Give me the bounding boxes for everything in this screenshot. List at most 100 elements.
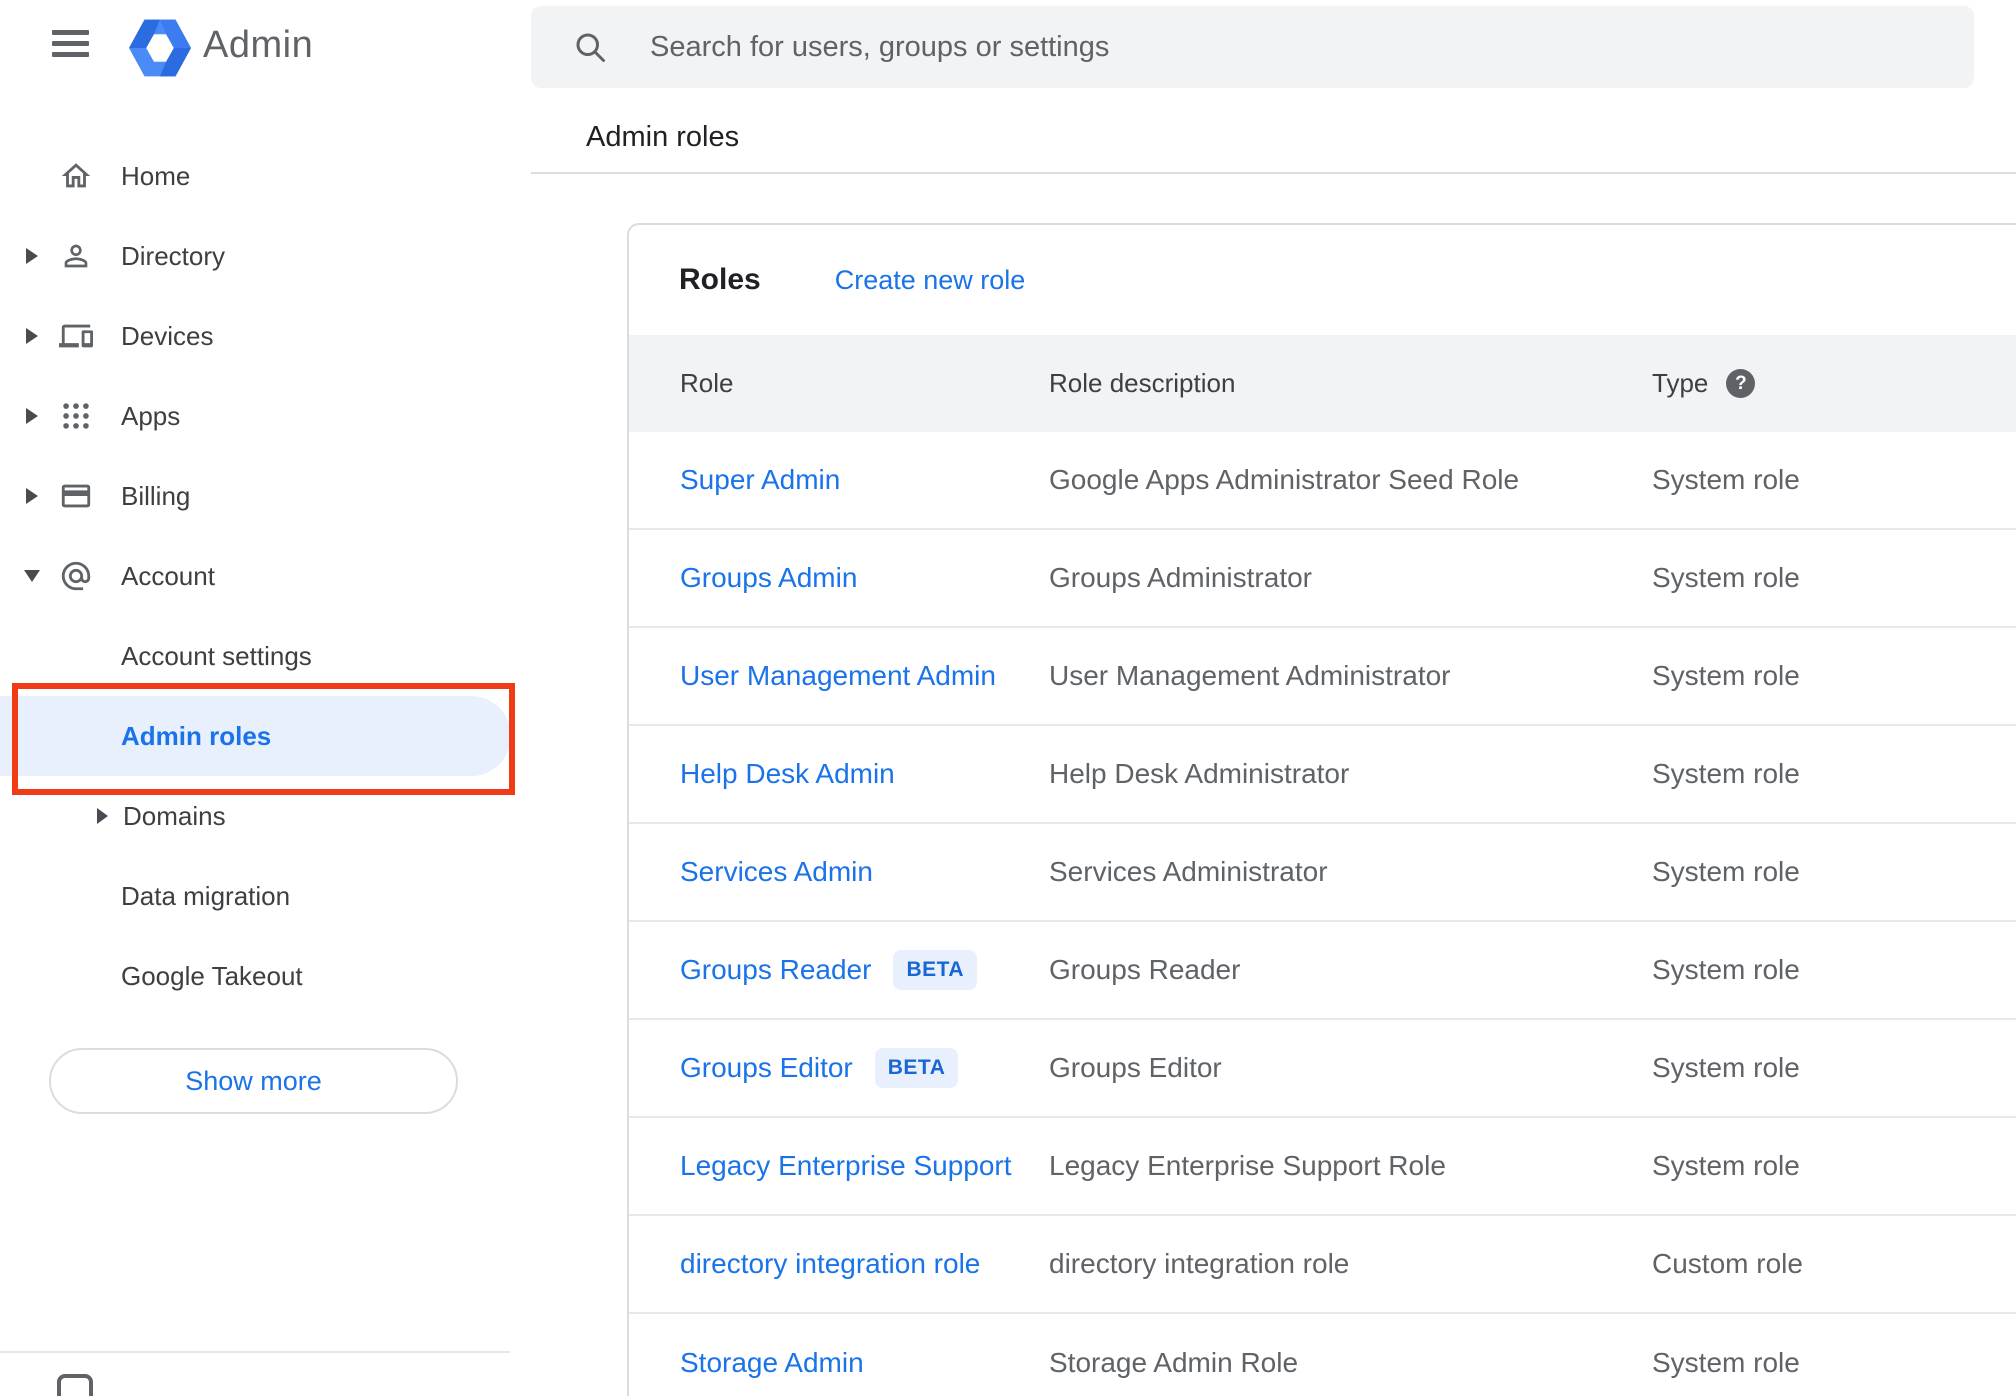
role-link[interactable]: Groups Admin bbox=[680, 562, 857, 594]
column-header-type: Type ? bbox=[1652, 368, 2016, 399]
breadcrumb: Admin roles bbox=[586, 121, 740, 153]
cutoff-icon bbox=[57, 1374, 93, 1396]
apps-grid-icon bbox=[63, 403, 89, 429]
table-row: Super Admin Google Apps Administrator Se… bbox=[629, 432, 2016, 530]
role-link[interactable]: Groups Editor bbox=[680, 1052, 853, 1084]
roles-card-header: Roles Create new role bbox=[629, 225, 2016, 335]
role-description: Legacy Enterprise Support Role bbox=[1049, 1150, 1446, 1181]
role-link[interactable]: Storage Admin bbox=[680, 1347, 864, 1379]
role-type: System role bbox=[1652, 1347, 1800, 1378]
sidebar-item-label: Billing bbox=[121, 480, 191, 511]
sidebar-nav: Home Directory Devices Apps Billing Acco… bbox=[0, 136, 531, 1016]
sidebar-item-data-migration[interactable]: Data migration bbox=[0, 856, 531, 936]
role-description: Help Desk Administrator bbox=[1049, 758, 1350, 789]
sidebar-item-google-takeout[interactable]: Google Takeout bbox=[0, 936, 531, 1016]
table-row: Groups Reader BETA Groups Reader System … bbox=[629, 922, 2016, 1020]
role-type: System role bbox=[1652, 660, 1800, 691]
table-row: Legacy Enterprise Support Legacy Enterpr… bbox=[629, 1118, 2016, 1216]
chevron-right-icon[interactable] bbox=[26, 248, 38, 264]
sidebar-item-account[interactable]: Account bbox=[0, 536, 531, 616]
show-more-button[interactable]: Show more bbox=[49, 1048, 458, 1114]
table-row: Storage Admin Storage Admin Role System … bbox=[629, 1314, 2016, 1396]
person-icon bbox=[64, 244, 88, 268]
search-icon bbox=[576, 33, 605, 62]
role-description: User Management Administrator bbox=[1049, 660, 1451, 691]
roles-card: Roles Create new role Role Role descript… bbox=[627, 223, 2016, 1396]
role-description: Storage Admin Role bbox=[1049, 1347, 1299, 1378]
card-title: Roles bbox=[679, 263, 761, 296]
table-header-row: Role Role description Type ? bbox=[629, 335, 2016, 432]
hamburger-menu-icon[interactable] bbox=[52, 30, 89, 57]
sidebar-item-billing[interactable]: Billing bbox=[0, 456, 531, 536]
table-row: Groups Admin Groups Administrator System… bbox=[629, 530, 2016, 628]
header-divider bbox=[531, 172, 2016, 174]
role-description: Groups Editor bbox=[1049, 1052, 1222, 1083]
role-link[interactable]: directory integration role bbox=[680, 1248, 980, 1280]
role-type: System role bbox=[1652, 1052, 1800, 1083]
role-type: System role bbox=[1652, 464, 1800, 495]
chevron-right-icon[interactable] bbox=[26, 408, 38, 424]
sidebar-item-label: Domains bbox=[123, 800, 226, 831]
beta-badge: BETA bbox=[893, 950, 978, 990]
role-link[interactable]: Groups Reader bbox=[680, 954, 871, 986]
sidebar-item-label: Data migration bbox=[121, 880, 291, 911]
sidebar-item-admin-roles[interactable]: Admin roles bbox=[0, 696, 531, 776]
role-type: System role bbox=[1652, 856, 1800, 887]
sidebar-item-apps[interactable]: Apps bbox=[0, 376, 531, 456]
table-row: Help Desk Admin Help Desk Administrator … bbox=[629, 726, 2016, 824]
sidebar-item-directory[interactable]: Directory bbox=[0, 216, 531, 296]
sidebar-item-home[interactable]: Home bbox=[0, 136, 531, 216]
search-placeholder: Search for users, groups or settings bbox=[650, 30, 1110, 63]
sidebar-item-label: Devices bbox=[121, 320, 214, 351]
admin-console-screen: Admin Home Directory Devices Apps Billin… bbox=[0, 0, 2016, 1396]
role-link[interactable]: Legacy Enterprise Support bbox=[680, 1150, 1012, 1182]
roles-table-body: Super Admin Google Apps Administrator Se… bbox=[629, 432, 2016, 1396]
help-icon[interactable]: ? bbox=[1726, 369, 1756, 398]
chevron-down-icon[interactable] bbox=[24, 570, 40, 582]
sidebar-item-label: Directory bbox=[121, 240, 226, 271]
role-description: directory integration role bbox=[1049, 1248, 1350, 1279]
sidebar-item-label: Admin roles bbox=[121, 720, 272, 751]
role-link[interactable]: User Management Admin bbox=[680, 660, 996, 692]
table-row: Groups Editor BETA Groups Editor System … bbox=[629, 1020, 2016, 1118]
role-description: Groups Reader bbox=[1049, 954, 1241, 985]
at-sign-icon bbox=[61, 561, 91, 591]
column-header-description: Role description bbox=[1049, 368, 1236, 398]
sidebar-item-domains[interactable]: Domains bbox=[0, 776, 531, 856]
sidebar-item-label: Apps bbox=[121, 400, 181, 431]
sidebar-item-label: Account settings bbox=[121, 640, 312, 671]
column-header-role: Role bbox=[680, 368, 734, 398]
table-row: Services Admin Services Administrator Sy… bbox=[629, 824, 2016, 922]
table-row: User Management Admin User Management Ad… bbox=[629, 628, 2016, 726]
home-icon bbox=[61, 163, 91, 188]
role-link[interactable]: Help Desk Admin bbox=[680, 758, 895, 790]
table-row: directory integration role directory int… bbox=[629, 1216, 2016, 1314]
chevron-right-icon[interactable] bbox=[97, 808, 108, 824]
role-type: Custom role bbox=[1652, 1248, 1803, 1279]
beta-badge: BETA bbox=[874, 1048, 959, 1088]
sidebar-item-label: Google Takeout bbox=[121, 960, 303, 991]
role-type: System role bbox=[1652, 1150, 1800, 1181]
role-description: Google Apps Administrator Seed Role bbox=[1049, 464, 1520, 495]
sidebar-item-devices[interactable]: Devices bbox=[0, 296, 531, 376]
role-link[interactable]: Services Admin bbox=[680, 856, 873, 888]
chevron-right-icon[interactable] bbox=[26, 328, 38, 344]
role-description: Services Administrator bbox=[1049, 856, 1328, 887]
sidebar-item-account-settings[interactable]: Account settings bbox=[0, 616, 531, 696]
devices-icon bbox=[59, 324, 93, 348]
search-input[interactable]: Search for users, groups or settings bbox=[531, 6, 1974, 88]
role-type: System role bbox=[1652, 954, 1800, 985]
column-header-type-label: Type bbox=[1652, 368, 1709, 398]
role-type: System role bbox=[1652, 758, 1800, 789]
chevron-right-icon[interactable] bbox=[26, 488, 38, 504]
role-type: System role bbox=[1652, 562, 1800, 593]
role-link[interactable]: Super Admin bbox=[680, 464, 840, 496]
sidebar-item-label: Home bbox=[121, 160, 191, 191]
sidebar-item-label: Account bbox=[121, 560, 215, 591]
google-admin-logo-icon bbox=[129, 19, 191, 82]
role-description: Groups Administrator bbox=[1049, 562, 1312, 593]
app-title: Admin bbox=[203, 24, 314, 66]
sidebar-divider bbox=[0, 1351, 510, 1353]
credit-card-icon bbox=[61, 484, 91, 508]
create-new-role-link[interactable]: Create new role bbox=[835, 265, 1026, 296]
